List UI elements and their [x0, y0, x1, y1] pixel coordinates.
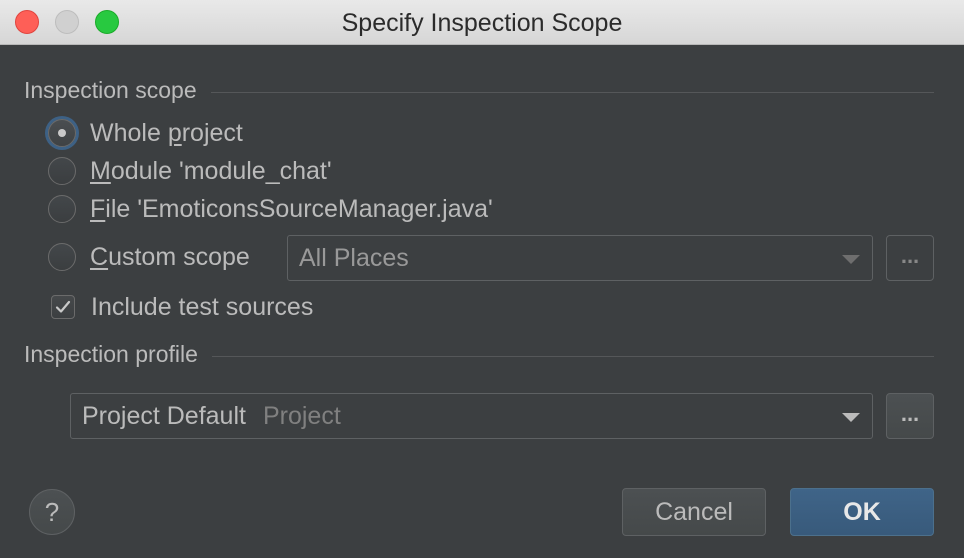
custom-scope-dropdown[interactable]: All Places	[287, 235, 873, 281]
checkmark-icon	[55, 300, 71, 313]
radio-module[interactable]: Module 'module_chat'	[48, 154, 332, 188]
custom-scope-browse-button[interactable]: ...	[886, 235, 934, 281]
radio-button-selected[interactable]	[48, 119, 76, 147]
title-bar: Specify Inspection Scope	[0, 0, 964, 45]
profile-name: Project Default	[82, 401, 246, 430]
inspection-profile-label: Inspection profile	[24, 340, 198, 367]
radio-file[interactable]: File 'EmoticonsSourceManager.java'	[48, 192, 493, 226]
radio-custom-scope-label: Custom scope	[90, 242, 250, 271]
radio-whole-project[interactable]: Whole project	[48, 116, 243, 150]
chevron-down-icon	[842, 413, 860, 422]
radio-dot	[58, 129, 66, 137]
include-test-sources-checkbox[interactable]	[51, 295, 75, 319]
profile-edit-button[interactable]: ...	[886, 393, 934, 439]
include-test-sources-row[interactable]: Include test sources	[48, 290, 313, 324]
inspection-profile-section-header: Inspection profile	[24, 341, 934, 367]
section-divider	[210, 91, 934, 93]
custom-scope-value: All Places	[299, 243, 409, 272]
ok-button[interactable]: OK	[790, 488, 934, 536]
radio-button[interactable]	[48, 195, 76, 223]
radio-file-label: File 'EmoticonsSourceManager.java'	[90, 194, 493, 223]
radio-whole-project-label: Whole project	[90, 118, 243, 147]
include-test-sources-label: Include test sources	[91, 292, 314, 321]
chevron-down-icon	[842, 255, 860, 264]
radio-button[interactable]	[48, 243, 76, 271]
inspection-profile-dropdown[interactable]: Project Default Project	[70, 393, 873, 439]
window-title: Specify Inspection Scope	[341, 9, 623, 37]
inspection-scope-label: Inspection scope	[24, 76, 197, 103]
inspection-scope-section-header: Inspection scope	[24, 77, 934, 103]
cancel-button[interactable]: Cancel	[622, 488, 766, 536]
help-button[interactable]: ?	[29, 489, 75, 535]
section-divider	[211, 355, 934, 357]
radio-button[interactable]	[48, 157, 76, 185]
radio-custom-scope[interactable]: Custom scope	[48, 240, 250, 274]
radio-module-label: Module 'module_chat'	[90, 156, 332, 185]
profile-kind: Project	[262, 401, 341, 430]
